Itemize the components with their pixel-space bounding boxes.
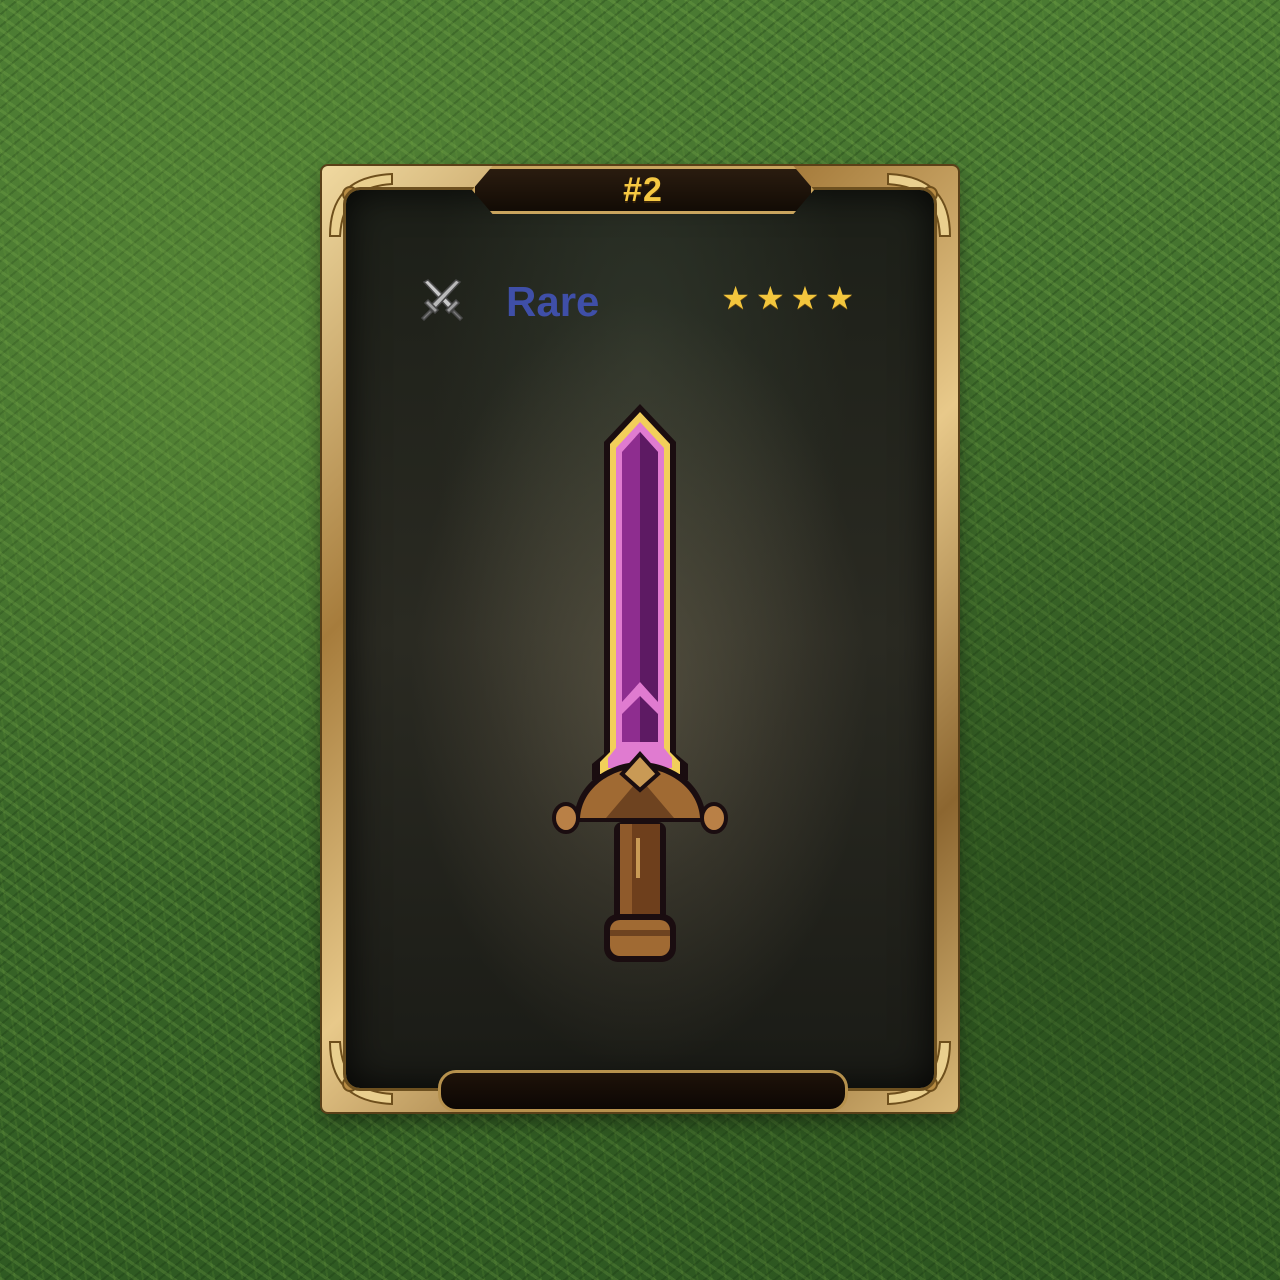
star-icon: ★ [721, 280, 750, 316]
purple-sword-icon [552, 402, 728, 966]
card-header: Rare ★ ★ ★ ★ [418, 270, 854, 330]
item-card[interactable]: #2 Rare ★ ★ ★ ★ [322, 166, 958, 1112]
star-icon: ★ [755, 280, 785, 316]
star-icon: ★ [790, 280, 820, 316]
star-rating: ★ ★ ★ ★ [721, 282, 854, 314]
crossed-swords-icon [418, 276, 466, 324]
name-plate [438, 1070, 848, 1112]
rarity-label: Rare [506, 278, 600, 325]
star-icon: ★ [825, 280, 854, 316]
rank-plate: #2 [472, 166, 814, 214]
rank-label: #2 [623, 170, 663, 209]
